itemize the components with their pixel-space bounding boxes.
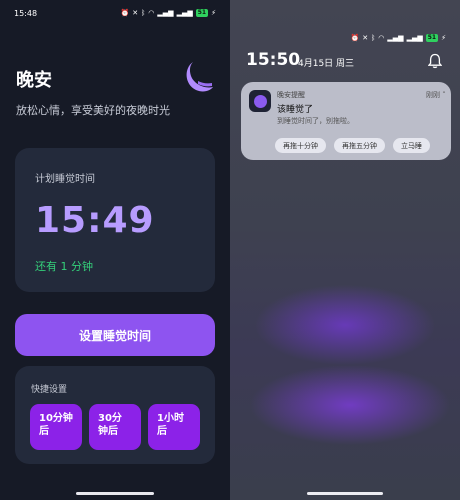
signal-icon: ▂▄▆: [387, 34, 404, 42]
signal-icon: ▂▄▆: [176, 9, 193, 17]
signal-icon: ▂▄▆: [406, 34, 423, 42]
mute-icon: ✕: [362, 34, 369, 42]
status-bar: 15:48 ⏰ ✕ ᛒ ◠ ▂▄▆ ▂▄▆ 51 ⚡: [0, 6, 230, 20]
app-icon-dot: [253, 94, 267, 108]
notification-time[interactable]: 刚刚 ˄: [426, 90, 446, 100]
bluetooth-icon: ᛒ: [371, 34, 376, 42]
signal-icon: ▂▄▆: [157, 9, 174, 17]
notification-app-name: 晚安提醒: [277, 91, 305, 99]
notification-actions: 再拖十分钟 再拖五分钟 立马睡: [275, 138, 430, 153]
charging-icon: ⚡: [441, 34, 446, 42]
quick-option-line: 30分: [98, 413, 122, 424]
battery-indicator: 51: [195, 9, 209, 17]
wifi-icon: ◠: [148, 9, 155, 17]
shade-clock: 15:50: [246, 50, 301, 70]
planned-time-label: 计划睡觉时间: [35, 174, 95, 185]
status-icons: ⏰ ✕ ᛒ ◠ ▂▄▆ ▂▄▆ 51 ⚡: [120, 9, 216, 17]
app-icon: [249, 90, 271, 112]
chevron-up-icon: ˄: [442, 91, 446, 99]
time-remaining: 还有 1 分钟: [35, 260, 93, 273]
alarm-icon: ⏰: [120, 9, 130, 17]
planned-time-value: 15:49: [35, 200, 155, 241]
sleep-now-button[interactable]: 立马睡: [393, 138, 430, 153]
set-bedtime-button[interactable]: 设置睡觉时间: [15, 314, 215, 356]
quick-settings-label: 快捷设置: [31, 385, 68, 395]
snooze-5min-button[interactable]: 再拖五分钟: [334, 138, 385, 153]
quick-option-30min-button[interactable]: 30分 钟后: [89, 404, 141, 450]
quick-settings-card: 快捷设置 10分钟 后 30分 钟后 1小时 后: [15, 366, 215, 464]
charging-icon: ⚡: [211, 9, 216, 17]
notification-shade: ⏰ ✕ ᛒ ◠ ▂▄▆ ▂▄▆ 51 ⚡ 15:50 4月15日 周三 晚安提醒…: [230, 0, 460, 500]
quick-option-10min-button[interactable]: 10分钟 后: [30, 404, 82, 450]
battery-indicator: 51: [425, 34, 439, 42]
notification-time-label: 刚刚: [426, 91, 440, 99]
quick-option-line: 1小时: [157, 413, 184, 424]
bedtime-notification[interactable]: 晚安提醒 刚刚 ˄ 该睡觉了 到睡觉时间了，别拖啦。 再拖十分钟 再拖五分钟 立…: [241, 82, 451, 160]
shade-date: 4月15日 周三: [298, 59, 355, 69]
mute-icon: ✕: [132, 9, 139, 17]
home-indicator[interactable]: [76, 492, 154, 495]
bluetooth-icon: ᛒ: [141, 9, 146, 17]
quick-settings-options: 10分钟 后 30分 钟后 1小时 后: [30, 404, 200, 450]
app-title: 晚安: [16, 70, 52, 91]
home-indicator[interactable]: [307, 492, 383, 495]
snooze-10min-button[interactable]: 再拖十分钟: [275, 138, 326, 153]
planned-time-card: 计划睡觉时间 15:49 还有 1 分钟: [15, 148, 215, 292]
moon-icon: [186, 62, 213, 92]
alarm-icon: ⏰: [350, 34, 360, 42]
quick-option-1hour-button[interactable]: 1小时 后: [148, 404, 200, 450]
quick-option-line: 后: [157, 426, 167, 437]
wifi-icon: ◠: [378, 34, 385, 42]
status-time: 15:48: [14, 8, 38, 18]
app-subtitle: 放松心情，享受美好的夜晚时光: [16, 104, 170, 117]
quick-option-line: 钟后: [98, 426, 118, 437]
notification-body: 到睡觉时间了，别拖啦。: [277, 117, 354, 125]
quick-option-line: 后: [39, 426, 49, 437]
status-icons: ⏰ ✕ ᛒ ◠ ▂▄▆ ▂▄▆ 51 ⚡: [230, 32, 460, 44]
notification-title: 该睡觉了: [277, 105, 314, 115]
quick-option-line: 10分钟: [39, 413, 73, 424]
bell-icon[interactable]: [428, 53, 442, 69]
app-screen: 15:48 ⏰ ✕ ᛒ ◠ ▂▄▆ ▂▄▆ 51 ⚡ 晚安 放松心情，享受美好的…: [0, 0, 230, 500]
